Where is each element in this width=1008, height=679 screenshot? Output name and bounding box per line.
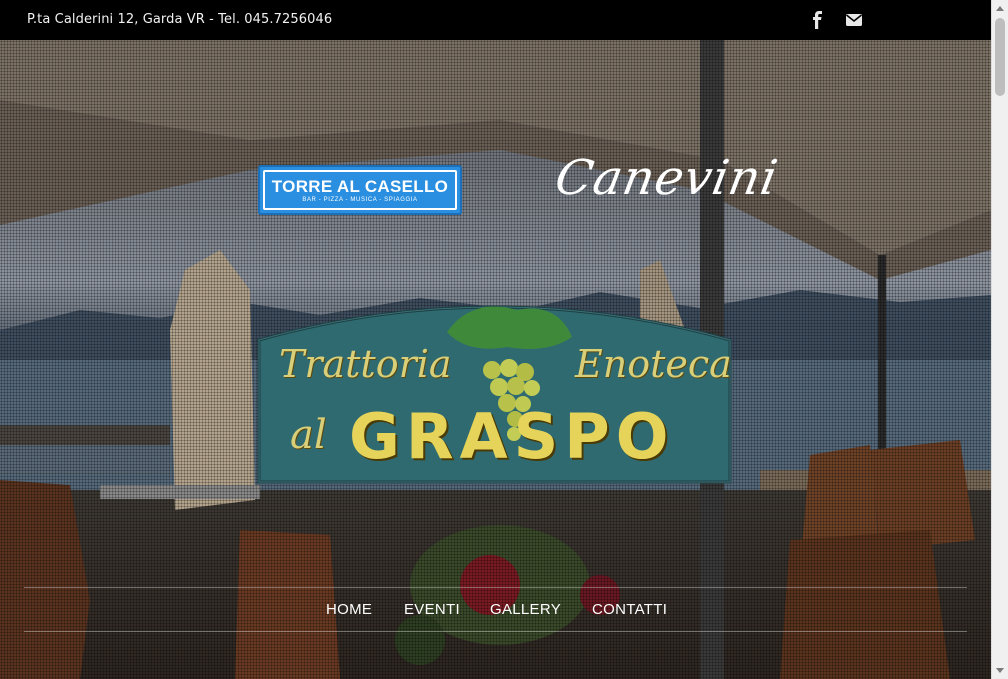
nav-home[interactable]: HOME	[326, 601, 372, 618]
main-navigation: HOME EVENTI GALLERY CONTATTI	[24, 587, 967, 632]
nav-gallery[interactable]: GALLERY	[490, 601, 561, 618]
scroll-up-arrow-icon[interactable]	[996, 6, 1004, 11]
vertical-scrollbar[interactable]	[991, 0, 1008, 679]
address-phone-text: P.ta Calderini 12, Garda VR - Tel. 045.7…	[27, 12, 333, 27]
torre-logo-subtitle: BAR - PIZZA - MUSICA - SPIAGGIA	[302, 196, 418, 203]
envelope-icon[interactable]	[844, 10, 864, 30]
sign-word-enoteca: Enoteca	[575, 342, 732, 386]
sign-word-graspo: GRASPO	[349, 400, 675, 473]
nav-contatti[interactable]: CONTATTI	[592, 601, 667, 618]
al-graspo-sign-logo[interactable]: Trattoria Enoteca al GRASPO	[257, 292, 732, 485]
sign-word-trattoria: Trattoria	[279, 342, 452, 386]
facebook-icon[interactable]	[808, 10, 828, 30]
scrollbar-thumb[interactable]	[995, 18, 1005, 96]
torre-al-casello-logo[interactable]: TORRE AL CASELLO BAR - PIZZA - MUSICA - …	[258, 165, 462, 215]
scroll-down-arrow-icon[interactable]	[996, 668, 1004, 673]
torre-logo-title: TORRE AL CASELLO	[271, 176, 449, 196]
torre-logo-frame: TORRE AL CASELLO BAR - PIZZA - MUSICA - …	[263, 170, 457, 210]
top-bar: P.ta Calderini 12, Garda VR - Tel. 045.7…	[0, 0, 991, 40]
sign-word-al: al	[290, 412, 327, 458]
canevini-logo[interactable]: Canevini	[551, 150, 782, 206]
nav-eventi[interactable]: EVENTI	[404, 601, 460, 618]
